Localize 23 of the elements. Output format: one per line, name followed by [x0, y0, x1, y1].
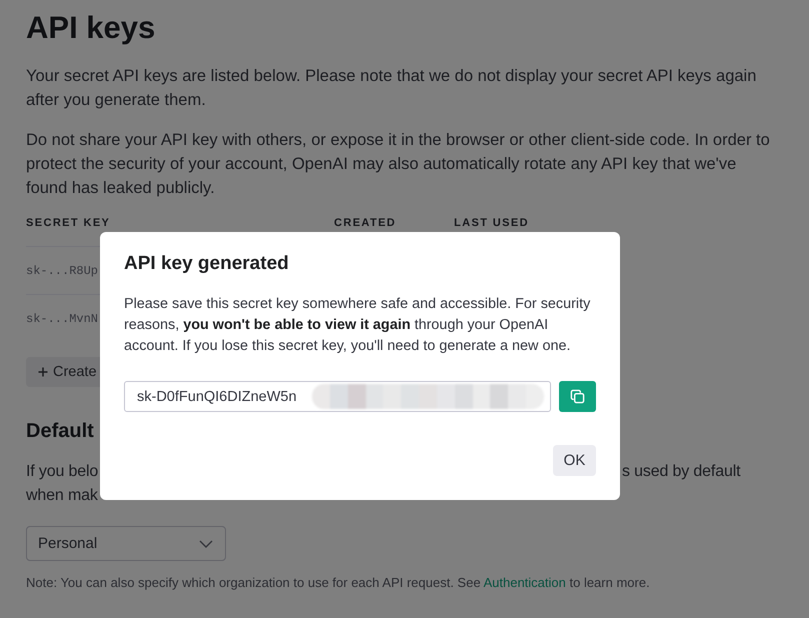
description-text: s used by default	[622, 462, 740, 482]
copy-button[interactable]	[559, 381, 596, 412]
description-text: If you belo	[26, 462, 98, 482]
column-header: SECRET KEY	[26, 216, 110, 230]
create-key-button[interactable]: Create	[26, 357, 100, 387]
plus-icon	[38, 367, 48, 377]
ok-button[interactable]: OK	[553, 445, 596, 476]
secret-key-cell: sk-...MvnN	[26, 312, 98, 326]
page-title: API keys	[26, 10, 156, 46]
dialog-title: API key generated	[124, 252, 290, 276]
chevron-down-icon	[199, 540, 213, 548]
section-heading: Default	[26, 419, 94, 444]
column-header: CREATED	[334, 216, 396, 230]
intro-paragraph: Your secret API keys are listed below. Please note that we do not display your secret API keys again after you generate them.	[26, 66, 758, 111]
column-header: LAST USED	[454, 216, 529, 230]
note-text: Note: You can also specify which organization to use for each API request. See Authentication to learn more.	[26, 574, 650, 592]
description-text: when mak	[26, 486, 98, 506]
authentication-link[interactable]: Authentication	[483, 575, 566, 590]
secret-key-cell: sk-...R8Up	[26, 264, 98, 278]
copy-icon	[570, 389, 585, 404]
organization-select[interactable]: Personal	[26, 526, 226, 561]
dialog-message: Please save this secret key somewhere safe and accessible. For security reasons, you won't be able to view it again through your OpenAI account. If you lose this secret key, you'll need to generate a new one.	[124, 295, 592, 356]
intro-paragraph: Do not share your API key with others, or expose it in the browser or other client-side code. In order to protect the security of your account, OpenAI may also automatically rotate any API key that we've found has leaked publicly.	[26, 130, 771, 199]
